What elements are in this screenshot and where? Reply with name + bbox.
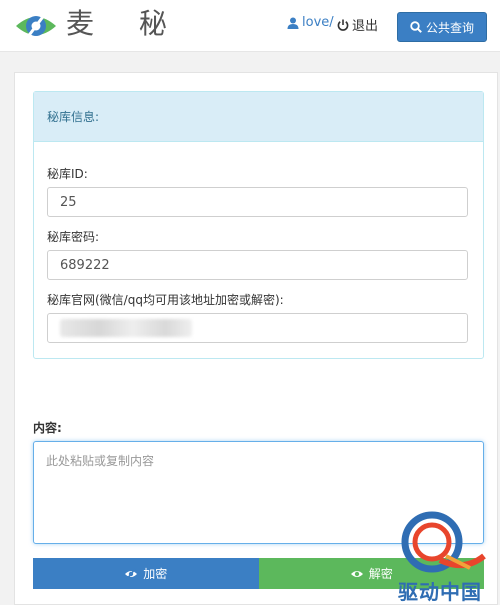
vault-url-label: 秘库官网(微信/qq均可用该地址加密或解密): <box>47 293 284 307</box>
vault-password-field[interactable]: 689222 <box>47 250 468 280</box>
vault-password-label: 秘库密码: <box>47 230 100 244</box>
user-name: love/ <box>302 15 334 30</box>
eye-logo-icon[interactable] <box>14 6 58 46</box>
content-label: 内容: <box>33 421 62 435</box>
encrypt-button[interactable]: 加密 <box>33 558 259 589</box>
vault-url-field[interactable] <box>47 313 468 343</box>
public-query-button[interactable]: 公共查询 <box>397 12 487 42</box>
watermark-logo-icon <box>401 511 486 573</box>
vault-id-label: 秘库ID: <box>47 167 88 181</box>
panel-title: 秘库信息: <box>34 92 483 142</box>
blurred-url <box>60 319 192 337</box>
logout-label: 退出 <box>352 19 379 34</box>
vault-id-field[interactable]: 25 <box>47 187 468 217</box>
vault-info-panel: 秘库信息: 秘库ID: 25 秘库密码: 689222 秘库官网(微信/qq均可… <box>33 91 484 359</box>
eye-icon <box>350 570 363 577</box>
vault-id-value: 25 <box>60 194 77 210</box>
power-icon <box>337 19 349 31</box>
encrypt-label: 加密 <box>143 567 168 581</box>
eye-slash-icon <box>125 567 138 580</box>
site-watermark: 驱动中国 <box>384 510 496 605</box>
brand-title: 麦 秘 <box>66 7 185 40</box>
top-header: 麦 秘 love/ 退出 公共查询 <box>0 0 500 52</box>
vault-password-value: 689222 <box>60 257 110 273</box>
public-query-label: 公共查询 <box>425 20 474 35</box>
search-icon <box>410 21 422 33</box>
logout-link[interactable]: 退出 <box>337 15 378 34</box>
user-icon <box>287 17 299 29</box>
user-link[interactable]: love/ <box>287 15 334 30</box>
watermark-text: 驱动中国 <box>398 580 482 604</box>
